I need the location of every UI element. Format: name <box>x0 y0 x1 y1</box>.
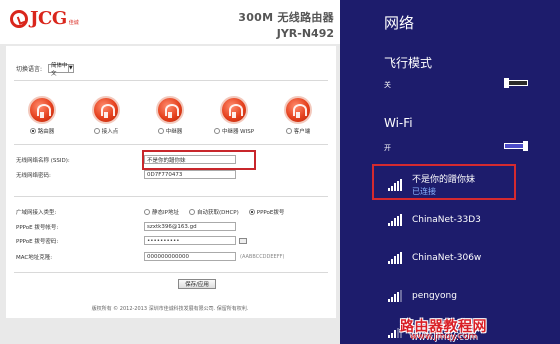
mode-ap-label: 接入点 <box>101 129 119 135</box>
wifi-password-input[interactable]: 0D7F770473 <box>144 170 236 179</box>
pppoe-password-row: PPPoE 拨号密码: •••••••••• <box>16 236 247 245</box>
airplane-mode-toggle[interactable] <box>504 78 532 88</box>
connected-network-highlight-box <box>372 164 516 200</box>
product-model: JYR-N492 <box>276 27 334 40</box>
pppoe-password-label: PPPoE 拨号密码: <box>16 238 59 245</box>
mode-router-radio[interactable] <box>29 128 36 134</box>
save-apply-button[interactable]: 保存/应用 <box>178 279 216 289</box>
network-pane-title: 网络 <box>384 14 415 32</box>
product-title: 300M 无线路由器 <box>238 11 334 24</box>
network-name: ChinaNet-306w <box>412 253 482 263</box>
mode-router-label: 路由器 <box>37 129 55 135</box>
mode-wisp-label: 中继器 WISP <box>221 129 255 135</box>
toggle-thumb <box>523 141 528 151</box>
client-mode-icon <box>284 96 312 124</box>
mode-access-point[interactable]: 接入点 <box>76 96 136 135</box>
ssid-label: 无线网络名称 (SSID): <box>16 157 70 164</box>
mode-selector: 路由器 接入点 中继器 中继器 WISP 客户端 <box>6 96 336 142</box>
airplane-mode-state: 关 <box>384 81 391 89</box>
wifi-signal-icon <box>388 290 402 302</box>
brand-logo: JCG 佳诚 <box>10 10 79 28</box>
router-mode-icon <box>28 96 56 124</box>
mode-repeater-label: 中继器 <box>165 129 183 135</box>
wifi-label: Wi-Fi <box>384 116 413 130</box>
settings-panel: 切换语言: 简体中文 ▼ 路由器 接入点 中继器 中继器 WISP 客户端 无线… <box>6 46 336 318</box>
wan-static-option[interactable]: 静态IP地址 <box>144 208 179 216</box>
divider <box>14 196 328 197</box>
ssid-highlight-box <box>142 150 256 170</box>
airplane-mode-label: 飞行模式 <box>384 56 433 70</box>
repeater-mode-icon <box>156 96 184 124</box>
network-name: pengyong <box>412 291 457 301</box>
wan-type-label: 广域网接入类型: <box>16 210 57 216</box>
wan-static-radio[interactable] <box>144 209 150 215</box>
wifi-state: 开 <box>384 144 391 152</box>
language-row: 切换语言: 简体中文 ▼ <box>16 63 75 77</box>
access-point-mode-icon <box>92 96 120 124</box>
mode-client-radio[interactable] <box>285 128 292 134</box>
network-name: ChinaNet-33D3 <box>412 215 481 225</box>
pppoe-account-input[interactable]: szxtk396@163.gd <box>144 222 236 231</box>
wan-pppoe-option[interactable]: PPPoE拨号 <box>248 208 285 216</box>
toggle-thumb <box>504 78 509 88</box>
mode-wisp-radio[interactable] <box>213 128 220 134</box>
mode-wisp[interactable]: 中继器 WISP <box>204 96 264 135</box>
divider <box>14 144 328 145</box>
wifi-signal-icon <box>388 214 402 226</box>
network-item[interactable]: pengyong <box>388 290 457 302</box>
mac-clone-row: MAC地址克隆: 000000000000 (AABBCCDDEEFF) <box>16 252 284 261</box>
pppoe-password-input[interactable]: •••••••••• <box>144 236 236 245</box>
wifi-toggle[interactable] <box>504 141 532 151</box>
chevron-down-icon: ▼ <box>67 65 73 72</box>
language-select[interactable]: 简体中文 ▼ <box>48 63 75 77</box>
router-header: JCG 佳诚 300M 无线路由器 JYR-N492 <box>0 0 340 44</box>
mac-clone-label: MAC地址克隆: <box>16 254 53 261</box>
logo-sub: 佳诚 <box>68 20 79 26</box>
wan-static-label: 静态IP地址 <box>152 210 179 216</box>
language-value: 简体中文 <box>51 62 68 77</box>
network-item[interactable]: ChinaNet-33D3 <box>388 214 481 226</box>
pppoe-account-row: PPPoE 拨号帐号: szxtk396@163.gd <box>16 222 236 231</box>
mode-repeater-radio[interactable] <box>157 128 164 134</box>
wan-pppoe-radio[interactable] <box>248 209 255 215</box>
wan-dhcp-option[interactable]: 自动获取(DHCP) <box>188 208 239 216</box>
divider <box>14 80 328 81</box>
pppoe-account-label: PPPoE 拨号帐号: <box>16 224 59 231</box>
mode-client[interactable]: 客户端 <box>268 96 328 135</box>
wifi-password-label: 无线网络密码: <box>16 172 51 179</box>
language-label: 切换语言: <box>16 66 43 73</box>
mode-ap-radio[interactable] <box>93 128 100 134</box>
watermark-url: www.jmqy.com <box>410 332 478 342</box>
wan-dhcp-radio[interactable] <box>188 209 195 215</box>
jcg-logo-icon <box>10 10 28 28</box>
wifi-password-row: 无线网络密码: 0D7F770473 <box>16 170 236 179</box>
divider <box>14 272 328 273</box>
mac-clone-input[interactable]: 000000000000 <box>144 252 236 261</box>
copyright-text: 版权所有 © 2012-2013 深圳市佳诚科技发展有限公司. 保留所有权利. <box>91 306 249 312</box>
wan-dhcp-label: 自动获取(DHCP) <box>196 210 239 216</box>
router-admin-page: JCG 佳诚 300M 无线路由器 JYR-N492 切换语言: 简体中文 ▼ … <box>0 0 340 344</box>
network-item[interactable]: ChinaNet-306w <box>388 252 481 264</box>
wifi-signal-icon <box>388 252 402 264</box>
mac-format-hint: (AABBCCDDEEFF) <box>240 253 285 260</box>
mode-repeater[interactable]: 中继器 <box>140 96 200 135</box>
wan-type-options: 静态IP地址 自动获取(DHCP) PPPoE拨号 <box>144 208 284 216</box>
show-password-button[interactable] <box>239 237 247 244</box>
wan-type-row: 广域网接入类型: 静态IP地址 自动获取(DHCP) PPPoE拨号 <box>16 208 284 216</box>
wan-pppoe-label: PPPoE拨号 <box>256 210 285 216</box>
logo-text: JCG <box>30 8 67 29</box>
router-title: 300M 无线路由器 JYR-N492 <box>238 9 334 40</box>
mode-client-label: 客户端 <box>293 129 311 135</box>
wisp-mode-icon <box>220 96 248 124</box>
mode-router[interactable]: 路由器 <box>12 96 72 135</box>
